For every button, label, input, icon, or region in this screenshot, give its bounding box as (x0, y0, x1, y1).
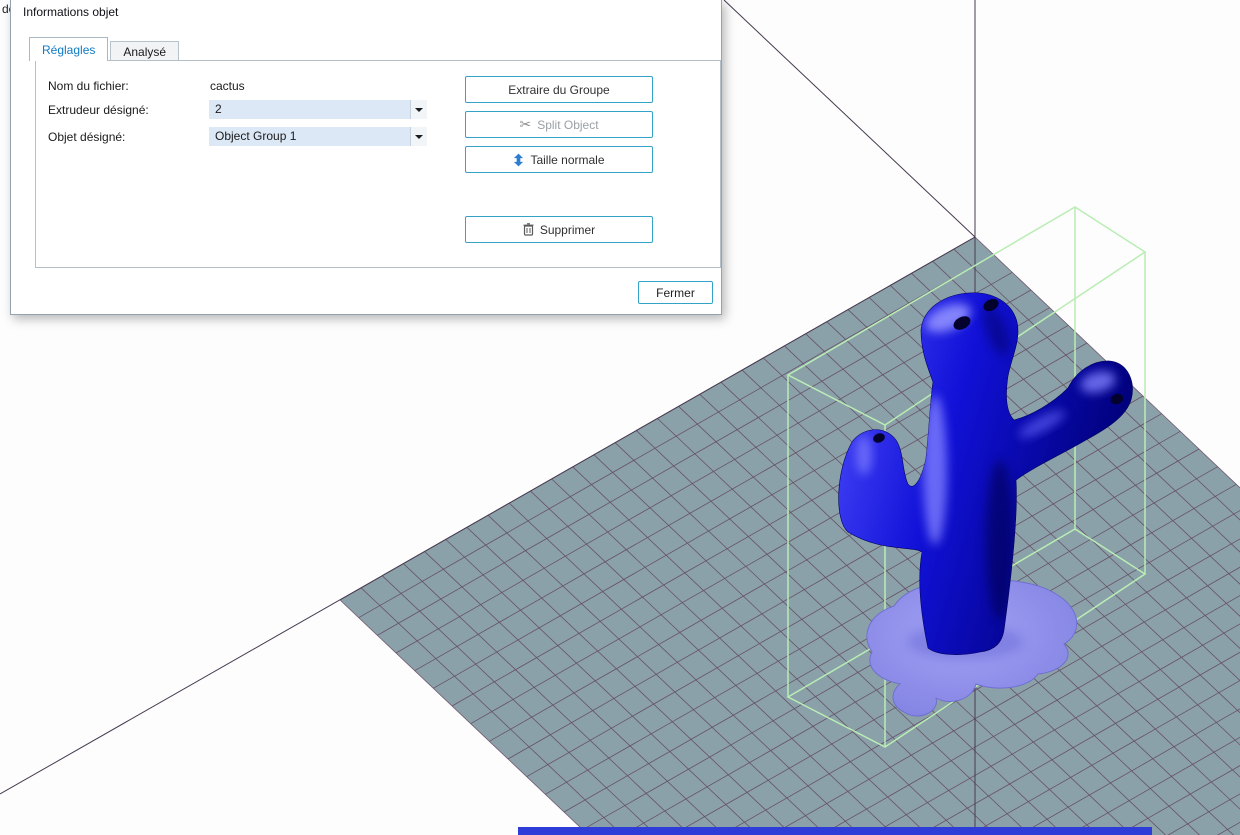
filename-label: Nom du fichier: (48, 79, 129, 93)
chevron-down-icon (410, 127, 427, 146)
front-edge-strip (518, 827, 1152, 835)
chevron-down-icon (410, 100, 427, 119)
extract-group-button[interactable]: Extraire du Groupe (465, 76, 653, 103)
normal-size-button[interactable]: Taille normale (465, 146, 653, 173)
close-label: Fermer (656, 285, 695, 300)
extruder-dropdown-value: 2 (215, 102, 222, 116)
split-object-button[interactable]: ✂ Split Object (465, 111, 653, 138)
trash-icon (523, 223, 534, 236)
filename-value: cactus (210, 79, 245, 93)
delete-button[interactable]: Supprimer (465, 216, 653, 243)
extruder-dropdown[interactable]: 2 (209, 100, 427, 119)
dialog-tabs: Réglagles Analysé (29, 37, 181, 61)
settings-panel: Nom du fichier: cactus Extrudeur désigné… (35, 60, 721, 268)
object-info-dialog: Informations objet Réglagles Analysé Nom… (10, 0, 722, 315)
object-group-dropdown-value: Object Group 1 (215, 129, 297, 143)
dialog-title: Informations objet (23, 5, 119, 19)
object-group-dropdown[interactable]: Object Group 1 (209, 127, 427, 146)
tab-reglages[interactable]: Réglagles (29, 37, 109, 61)
normal-size-label: Taille normale (530, 152, 605, 167)
resize-vertical-icon (513, 153, 524, 167)
tab-analyse[interactable]: Analysé (110, 41, 180, 61)
split-object-label: Split Object (537, 117, 599, 132)
close-button[interactable]: Fermer (638, 281, 713, 304)
delete-label: Supprimer (539, 222, 596, 237)
scissors-icon: ✂ (519, 116, 532, 132)
extruder-label: Extrudeur désigné: (48, 103, 149, 117)
object-label: Objet désigné: (48, 130, 126, 144)
extract-group-label: Extraire du Groupe (508, 82, 610, 97)
